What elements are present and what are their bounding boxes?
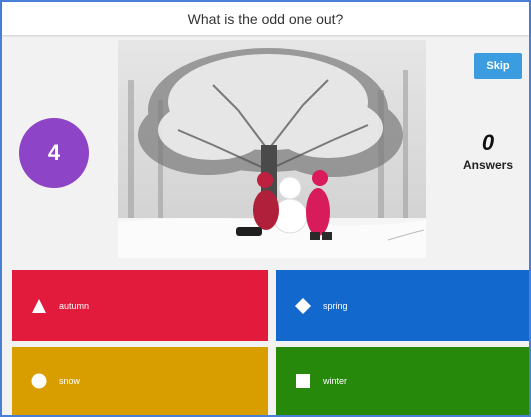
question-text: What is the odd one out?	[187, 10, 344, 27]
diamond-icon	[295, 297, 311, 314]
answer-option-autumn[interactable]: autumn	[12, 270, 268, 341]
snowman-photo	[118, 40, 426, 258]
answer-label: snow	[59, 376, 81, 386]
answer-label: winter	[323, 376, 348, 386]
countdown-timer: 4	[19, 118, 89, 188]
answer-label: spring	[323, 300, 348, 311]
answers-label: Answers	[462, 158, 514, 172]
skip-button[interactable]: Skip	[474, 53, 522, 79]
triangle-icon	[31, 298, 47, 314]
answer-option-snow[interactable]: snow	[12, 347, 268, 415]
answer-option-winter[interactable]: winter	[276, 347, 529, 415]
quiz-window: What is the odd one out? 4 Skip 0 Answer…	[0, 0, 531, 417]
answers-count: 0	[481, 130, 495, 155]
answer-label: autumn	[59, 300, 90, 311]
question-image	[118, 40, 426, 258]
skip-label: Skip	[486, 60, 510, 72]
answer-option-spring[interactable]: spring	[276, 270, 529, 341]
square-icon	[295, 373, 311, 389]
circle-icon	[31, 373, 47, 389]
timer-value: 4	[47, 140, 61, 165]
question-bar: What is the odd one out?	[2, 2, 529, 35]
